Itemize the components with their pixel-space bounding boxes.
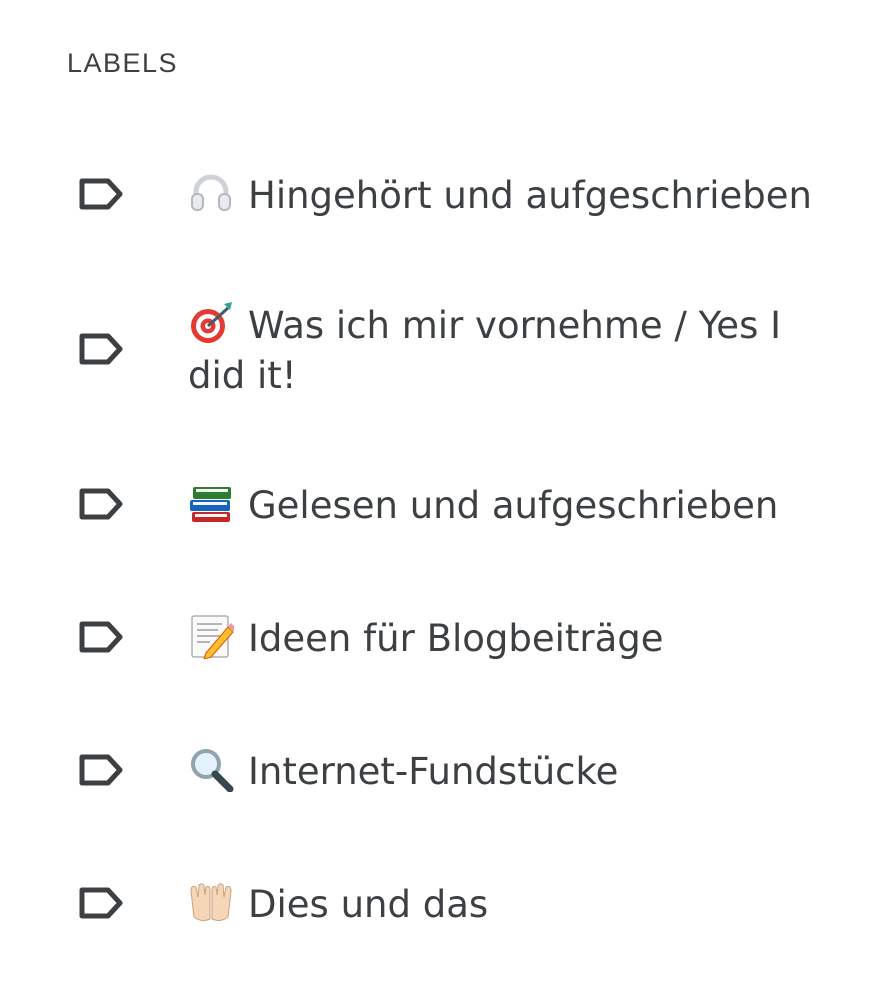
books-icon (188, 480, 234, 526)
label-text: Was ich mir vornehme / Yes I did it! (188, 304, 782, 397)
label-tag-icon (78, 177, 124, 211)
label-tag-icon (78, 886, 124, 920)
label-tag-icon (78, 753, 124, 787)
labels-section-title: LABELS (67, 48, 179, 78)
label-text: Ideen für Blogbeiträge (248, 617, 664, 660)
label-text: Dies und das (248, 883, 489, 926)
direct-hit-icon (188, 300, 234, 346)
label-item-ideen[interactable]: Ideen für Blogbeiträge (0, 608, 874, 668)
label-item-dies-und-das[interactable]: Dies und das (0, 874, 874, 934)
label-tag-icon (78, 487, 124, 521)
label-text: Internet-Fundstücke (248, 750, 619, 793)
label-item-internet[interactable]: Internet-Fundstücke (0, 741, 874, 801)
label-item-hingehoert[interactable]: Hingehört und aufgeschrieben (0, 165, 874, 225)
memo-icon (188, 613, 234, 659)
label-item-gelesen[interactable]: Gelesen und aufgeschrieben (0, 475, 874, 535)
label-tag-icon (78, 332, 124, 366)
label-tag-icon (78, 620, 124, 654)
label-item-vornehme[interactable]: Was ich mir vornehme / Yes I did it! (0, 298, 874, 403)
label-text: Gelesen und aufgeschrieben (248, 484, 779, 527)
magnifying-glass-icon (188, 746, 234, 792)
label-text: Hingehört und aufgeschrieben (248, 174, 812, 217)
headphones-icon (188, 170, 234, 216)
palms-up-together-icon (188, 879, 234, 925)
